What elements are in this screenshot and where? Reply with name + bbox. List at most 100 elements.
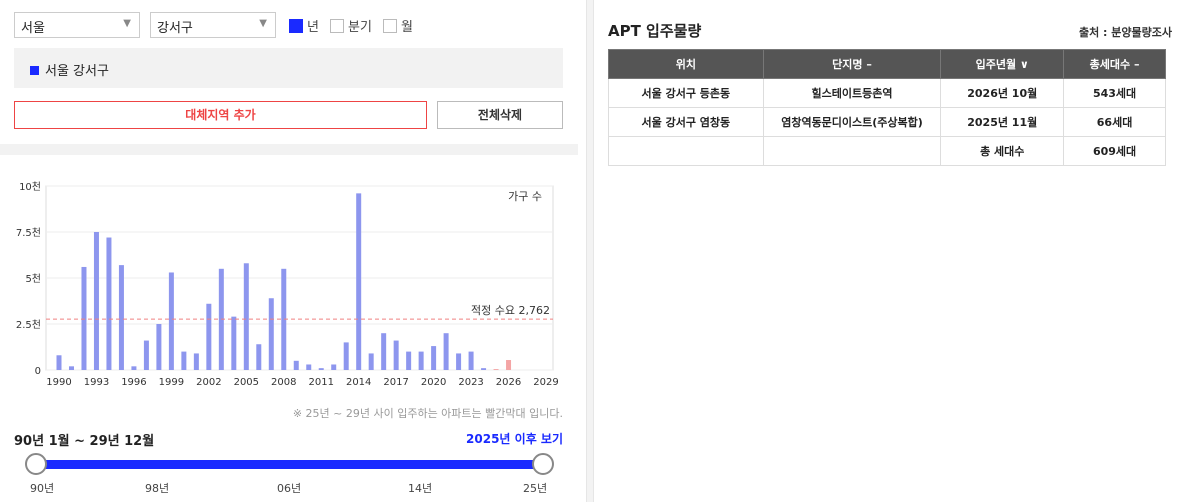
range-slider-track[interactable] bbox=[38, 460, 544, 469]
bar bbox=[231, 316, 237, 370]
x-tick-label: 1999 bbox=[159, 377, 184, 388]
city-select[interactable]: 서울 ▼ bbox=[14, 12, 140, 38]
cell-date: 2026년 10월 bbox=[940, 78, 1065, 108]
range-tick-label: 14년 bbox=[408, 482, 433, 495]
x-tick-label: 2020 bbox=[421, 377, 446, 388]
x-tick-label: 1996 bbox=[121, 377, 146, 388]
bar bbox=[356, 193, 362, 370]
bar bbox=[368, 353, 374, 370]
range-end-handle[interactable] bbox=[532, 453, 554, 475]
bar bbox=[318, 368, 324, 370]
add-alt-region-button[interactable]: 대체지역 추가 bbox=[14, 101, 427, 129]
bar bbox=[393, 340, 399, 370]
bar bbox=[293, 360, 299, 370]
future-view-link[interactable]: 2025년 이후 보기 bbox=[466, 430, 563, 447]
bar bbox=[156, 324, 162, 370]
col-move-in-date[interactable]: 입주년월 ∨ bbox=[940, 49, 1065, 79]
col-location: 위치 bbox=[608, 49, 764, 79]
bar bbox=[106, 237, 112, 370]
bar bbox=[193, 353, 199, 370]
bar bbox=[381, 333, 387, 370]
bar bbox=[456, 353, 462, 370]
x-tick-label: 2005 bbox=[234, 377, 259, 388]
quarter-label: 분기 bbox=[348, 20, 372, 35]
range-tick-label: 06년 bbox=[277, 482, 302, 495]
x-tick-label: 1990 bbox=[46, 377, 71, 388]
chart-note: ※ 25년 ~ 29년 사이 입주하는 아파트는 빨간막대 입니다. bbox=[292, 407, 563, 420]
bar bbox=[406, 351, 412, 370]
panel-divider bbox=[586, 0, 594, 502]
right-panel: APT 입주물량 출처 : 분양물량조사 위치 단지명 – 입주년월 ∨ 총세대… bbox=[594, 0, 1180, 502]
move-in-volume-chart: 0 2.5천 5천 7.5천 10천 1990 1993 1996 1999 2002 2005 20… bbox=[16, 181, 559, 388]
table-row: 서울 강서구 등촌동 힐스테이트등촌역 2026년 10월 543세대 bbox=[608, 78, 1166, 108]
bar bbox=[343, 342, 349, 370]
bar bbox=[268, 298, 274, 370]
cell-complex: 힐스테이트등촌역 bbox=[762, 78, 942, 108]
total-label: 총 세대수 bbox=[940, 136, 1065, 166]
chevron-down-icon: ▼ bbox=[259, 18, 267, 29]
y-tick-label: 10천 bbox=[19, 181, 41, 193]
page-title: APT 입주물량 bbox=[608, 22, 702, 40]
range-tick-label: 90년 bbox=[30, 482, 55, 495]
bar bbox=[131, 366, 137, 370]
reference-line-label: 적정 수요 2,762 bbox=[471, 304, 550, 317]
bar bbox=[506, 360, 512, 370]
x-tick-label: 1993 bbox=[84, 377, 109, 388]
delete-all-button[interactable]: 전체삭제 bbox=[437, 101, 563, 129]
range-tick-label: 98년 bbox=[145, 482, 170, 495]
month-label: 월 bbox=[401, 20, 413, 35]
bar bbox=[418, 351, 424, 370]
cell-date: 2025년 11월 bbox=[940, 107, 1065, 137]
bar bbox=[68, 366, 74, 370]
cell-location: 서울 강서구 염창동 bbox=[608, 107, 764, 137]
x-tick-label: 2017 bbox=[383, 377, 408, 388]
section-divider bbox=[0, 144, 578, 155]
year-label: 년 bbox=[307, 20, 319, 35]
bar bbox=[431, 346, 437, 370]
cell-units: 66세대 bbox=[1063, 107, 1166, 137]
range-label: 90년 1월 ~ 29년 12월 bbox=[14, 434, 155, 449]
selected-region-box: 서울 강서구 bbox=[14, 48, 563, 88]
year-checkbox[interactable] bbox=[289, 18, 303, 33]
cell-empty bbox=[608, 136, 764, 166]
bar bbox=[243, 263, 249, 370]
month-checkbox[interactable] bbox=[383, 18, 397, 33]
bar bbox=[181, 351, 187, 370]
bar bbox=[306, 364, 312, 370]
table-total-row: 총 세대수 609세대 bbox=[608, 136, 1166, 166]
city-select-value: 서울 bbox=[21, 21, 45, 36]
x-tick-label: 2008 bbox=[271, 377, 296, 388]
period-year-option[interactable]: 년 bbox=[289, 16, 319, 35]
range-start-handle[interactable] bbox=[25, 453, 47, 475]
total-units: 609세대 bbox=[1063, 136, 1166, 166]
move-in-table: 위치 단지명 – 입주년월 ∨ 총세대수 – 서울 강서구 등촌동 힐스테이트등… bbox=[608, 49, 1166, 166]
x-tick-label: 2023 bbox=[458, 377, 483, 388]
cell-units: 543세대 bbox=[1063, 78, 1166, 108]
bar bbox=[168, 272, 174, 370]
y-tick-label: 7.5천 bbox=[16, 227, 41, 239]
bar bbox=[118, 265, 124, 370]
x-tick-label: 2014 bbox=[346, 377, 371, 388]
district-select[interactable]: 강서구 ▼ bbox=[150, 12, 276, 38]
bar bbox=[56, 355, 62, 370]
y-tick-label: 2.5천 bbox=[16, 319, 41, 331]
left-panel: 서울 ▼ 강서구 ▼ 년 분기 월 서울 강서구 대체지역 추가 전체삭제 0 2… bbox=[0, 0, 580, 502]
quarter-checkbox[interactable] bbox=[330, 18, 344, 33]
source-label: 출처 : 분양물량조사 bbox=[1078, 26, 1172, 39]
table-row: 서울 강서구 염창동 염창역동문디이스트(주상복합) 2025년 11월 66세… bbox=[608, 107, 1166, 137]
col-total-units[interactable]: 총세대수 – bbox=[1063, 49, 1166, 79]
bar bbox=[493, 369, 499, 370]
period-quarter-option[interactable]: 분기 bbox=[330, 16, 372, 35]
y-tick-label: 5천 bbox=[25, 273, 41, 285]
x-tick-label: 2029 bbox=[533, 377, 558, 388]
selected-region-label: 서울 강서구 bbox=[45, 64, 109, 79]
period-month-option[interactable]: 월 bbox=[383, 16, 413, 35]
bar bbox=[93, 232, 99, 370]
cell-complex: 염창역동문디이스트(주상복합) bbox=[762, 107, 942, 137]
bar bbox=[143, 340, 149, 370]
bar bbox=[468, 351, 474, 370]
x-tick-label: 2002 bbox=[196, 377, 221, 388]
range-tick-label: 25년 bbox=[523, 482, 548, 495]
y-tick-label: 0 bbox=[35, 366, 41, 377]
col-complex-name[interactable]: 단지명 – bbox=[762, 49, 942, 79]
